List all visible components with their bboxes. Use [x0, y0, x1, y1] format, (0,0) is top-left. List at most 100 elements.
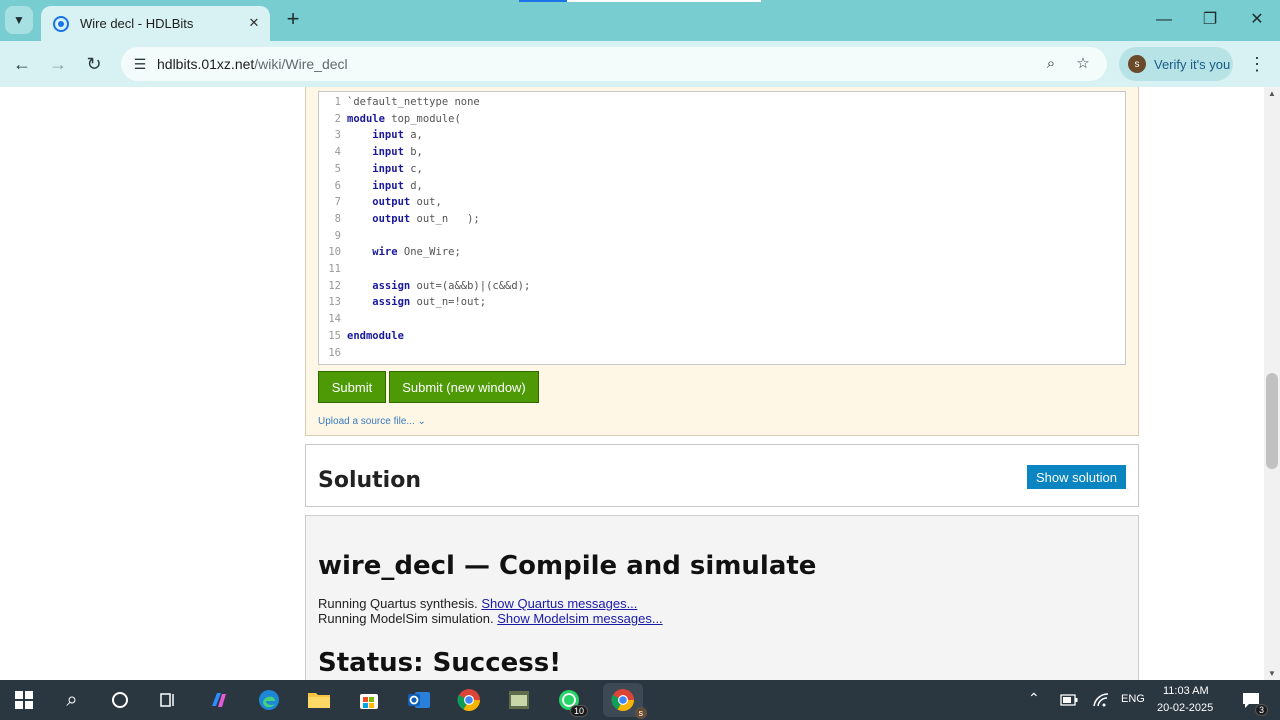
submit-new-window-button[interactable]: Submit (new window) — [389, 371, 539, 403]
task-view-icon[interactable] — [153, 685, 183, 715]
scroll-thumb[interactable] — [1266, 373, 1278, 469]
code-keyword: input — [347, 162, 404, 175]
zoom-search-icon[interactable]: ⌕ — [1041, 54, 1061, 74]
code-text[interactable]: input d, — [341, 180, 423, 192]
scroll-down-arrow-icon[interactable]: ▼ — [1268, 669, 1276, 678]
notification-center-icon[interactable]: 3 — [1236, 685, 1268, 716]
cortana-circle-icon[interactable] — [105, 685, 135, 715]
line-number: 4 — [334, 146, 341, 159]
code-text[interactable]: output out_n ); — [341, 213, 479, 225]
code-line[interactable]: 11 — [319, 261, 347, 278]
line-number: 16 — [328, 346, 341, 359]
close-window-icon[interactable]: ✕ — [1245, 8, 1269, 32]
code-text[interactable]: endmodule — [341, 330, 404, 342]
code-line[interactable]: 16 — [319, 345, 347, 362]
code-line[interactable]: 6 input d, — [319, 178, 423, 195]
file-explorer-icon[interactable] — [304, 685, 334, 715]
code-keyword: module — [347, 112, 385, 125]
show-quartus-messages-link[interactable]: Show Quartus messages... — [481, 596, 637, 611]
bookmark-star-icon[interactable]: ☆ — [1073, 54, 1093, 74]
line-number: 11 — [328, 263, 341, 275]
chrome-profile-active-icon[interactable]: s — [603, 683, 647, 719]
page-viewport: 1 `default_nettype none 2 module top_module… — [0, 87, 1264, 680]
code-rest: out, — [410, 196, 442, 209]
code-text[interactable]: assign out=(a&&b)|(c&&d); — [341, 280, 530, 292]
code-rest: top_module( — [384, 112, 461, 125]
code-text[interactable] — [341, 263, 347, 275]
address-bar[interactable]: ☰ hdlbits.01xz.net/wiki/Wire_decl ⌕ ☆ — [121, 47, 1107, 81]
code-line[interactable]: 8 output out_n ); — [319, 211, 480, 228]
code-rest: a, — [403, 129, 423, 142]
code-text[interactable]: wire One_Wire; — [341, 246, 461, 258]
chrome-icon[interactable] — [454, 685, 484, 715]
code-text[interactable] — [341, 347, 347, 359]
avatar: s — [1128, 55, 1146, 73]
minimize-window-icon[interactable]: — — [1152, 8, 1176, 32]
scroll-up-arrow-icon[interactable]: ▲ — [1268, 89, 1276, 98]
show-modelsim-messages-link[interactable]: Show Modelsim messages... — [497, 611, 662, 626]
code-text[interactable]: input c, — [341, 163, 423, 175]
code-text[interactable]: module top_module( — [341, 113, 461, 125]
outlook-icon[interactable] — [404, 685, 434, 715]
app-window-icon[interactable] — [504, 685, 534, 715]
code-line[interactable]: 9 — [319, 228, 347, 245]
code-text[interactable] — [341, 230, 347, 242]
code-text[interactable]: `default_nettype none — [341, 96, 480, 108]
search-icon[interactable]: ⌕ — [57, 685, 87, 715]
whatsapp-icon[interactable]: 10 — [554, 685, 588, 717]
page-loading-bar — [519, 0, 761, 2]
url-text[interactable]: hdlbits.01xz.net/wiki/Wire_decl — [157, 56, 348, 72]
quartus-line: Running Quartus synthesis. Show Quartus … — [318, 596, 637, 611]
code-line[interactable]: 7 output out, — [319, 194, 442, 211]
code-line[interactable]: 5 input c, — [319, 161, 423, 178]
code-line[interactable]: 12 assign out=(a&&b)|(c&&d); — [319, 278, 530, 295]
restore-window-icon[interactable]: ❐ — [1198, 8, 1222, 32]
code-line[interactable]: 2 module top_module( — [319, 111, 461, 128]
close-tab-icon[interactable]: ✕ — [246, 15, 262, 31]
line-number: 8 — [334, 212, 341, 225]
code-rest: b, — [403, 146, 423, 159]
windows-start-icon[interactable] — [9, 685, 39, 715]
code-line[interactable]: 10 wire One_Wire; — [319, 244, 461, 261]
page-scrollbar[interactable]: ▲ ▼ — [1264, 87, 1280, 680]
code-line[interactable]: 1 `default_nettype none — [319, 94, 480, 111]
language-indicator[interactable]: ENG — [1121, 693, 1145, 705]
reload-icon[interactable]: ↻ — [81, 51, 107, 77]
copilot-icon[interactable] — [204, 685, 234, 715]
line-number: 10 — [328, 246, 341, 259]
back-arrow-icon[interactable]: ← — [9, 51, 35, 77]
clock-time[interactable]: 11:03 AM — [1163, 685, 1209, 697]
battery-icon[interactable] — [1054, 685, 1084, 715]
code-text[interactable]: assign out_n=!out; — [341, 296, 486, 308]
code-text[interactable] — [341, 313, 347, 325]
browser-tab-active[interactable]: Wire decl - HDLBits ✕ — [41, 6, 270, 41]
show-solution-button[interactable]: Show solution — [1027, 465, 1126, 489]
hdlbits-favicon-icon — [53, 15, 69, 32]
more-menu-icon[interactable]: ⋮ — [1246, 52, 1268, 76]
forward-arrow-icon[interactable]: → — [45, 51, 71, 77]
code-line[interactable]: 14 — [319, 311, 347, 328]
microsoft-store-icon[interactable] — [354, 685, 384, 715]
code-text[interactable]: output out, — [341, 196, 442, 208]
code-keyword: input — [347, 179, 404, 192]
code-text[interactable]: input b, — [341, 146, 423, 158]
wifi-icon[interactable] — [1086, 685, 1116, 715]
windows-taskbar: ⌕ 10 s ⌃ ENG 11:03 AM 20-02-2025 3 — [0, 680, 1280, 720]
modelsim-text: Running ModelSim simulation. — [318, 611, 494, 626]
code-line[interactable]: 3 input a, — [319, 127, 423, 144]
code-text[interactable]: input a, — [341, 129, 423, 141]
new-tab-plus-icon[interactable]: + — [281, 8, 305, 32]
profile-verify-chip[interactable]: s Verify it's you — [1119, 47, 1233, 81]
tray-overflow-chevron-icon[interactable]: ⌃ — [1028, 690, 1040, 707]
code-editor[interactable]: 1 `default_nettype none 2 module top_module… — [318, 91, 1126, 365]
code-line[interactable]: 15 endmodule — [319, 328, 404, 345]
code-line[interactable]: 4 input b, — [319, 144, 423, 161]
edge-browser-icon[interactable] — [254, 685, 284, 715]
clock-date[interactable]: 20-02-2025 — [1157, 702, 1213, 714]
code-keyword: endmodule — [347, 329, 404, 342]
tab-search-button[interactable]: ▼ — [5, 6, 33, 34]
submit-button[interactable]: Submit — [318, 371, 386, 403]
site-info-icon[interactable]: ☰ — [129, 53, 151, 75]
code-line[interactable]: 13 assign out_n=!out; — [319, 294, 486, 311]
upload-source-link[interactable]: Upload a source file... ⌄ — [318, 416, 426, 427]
